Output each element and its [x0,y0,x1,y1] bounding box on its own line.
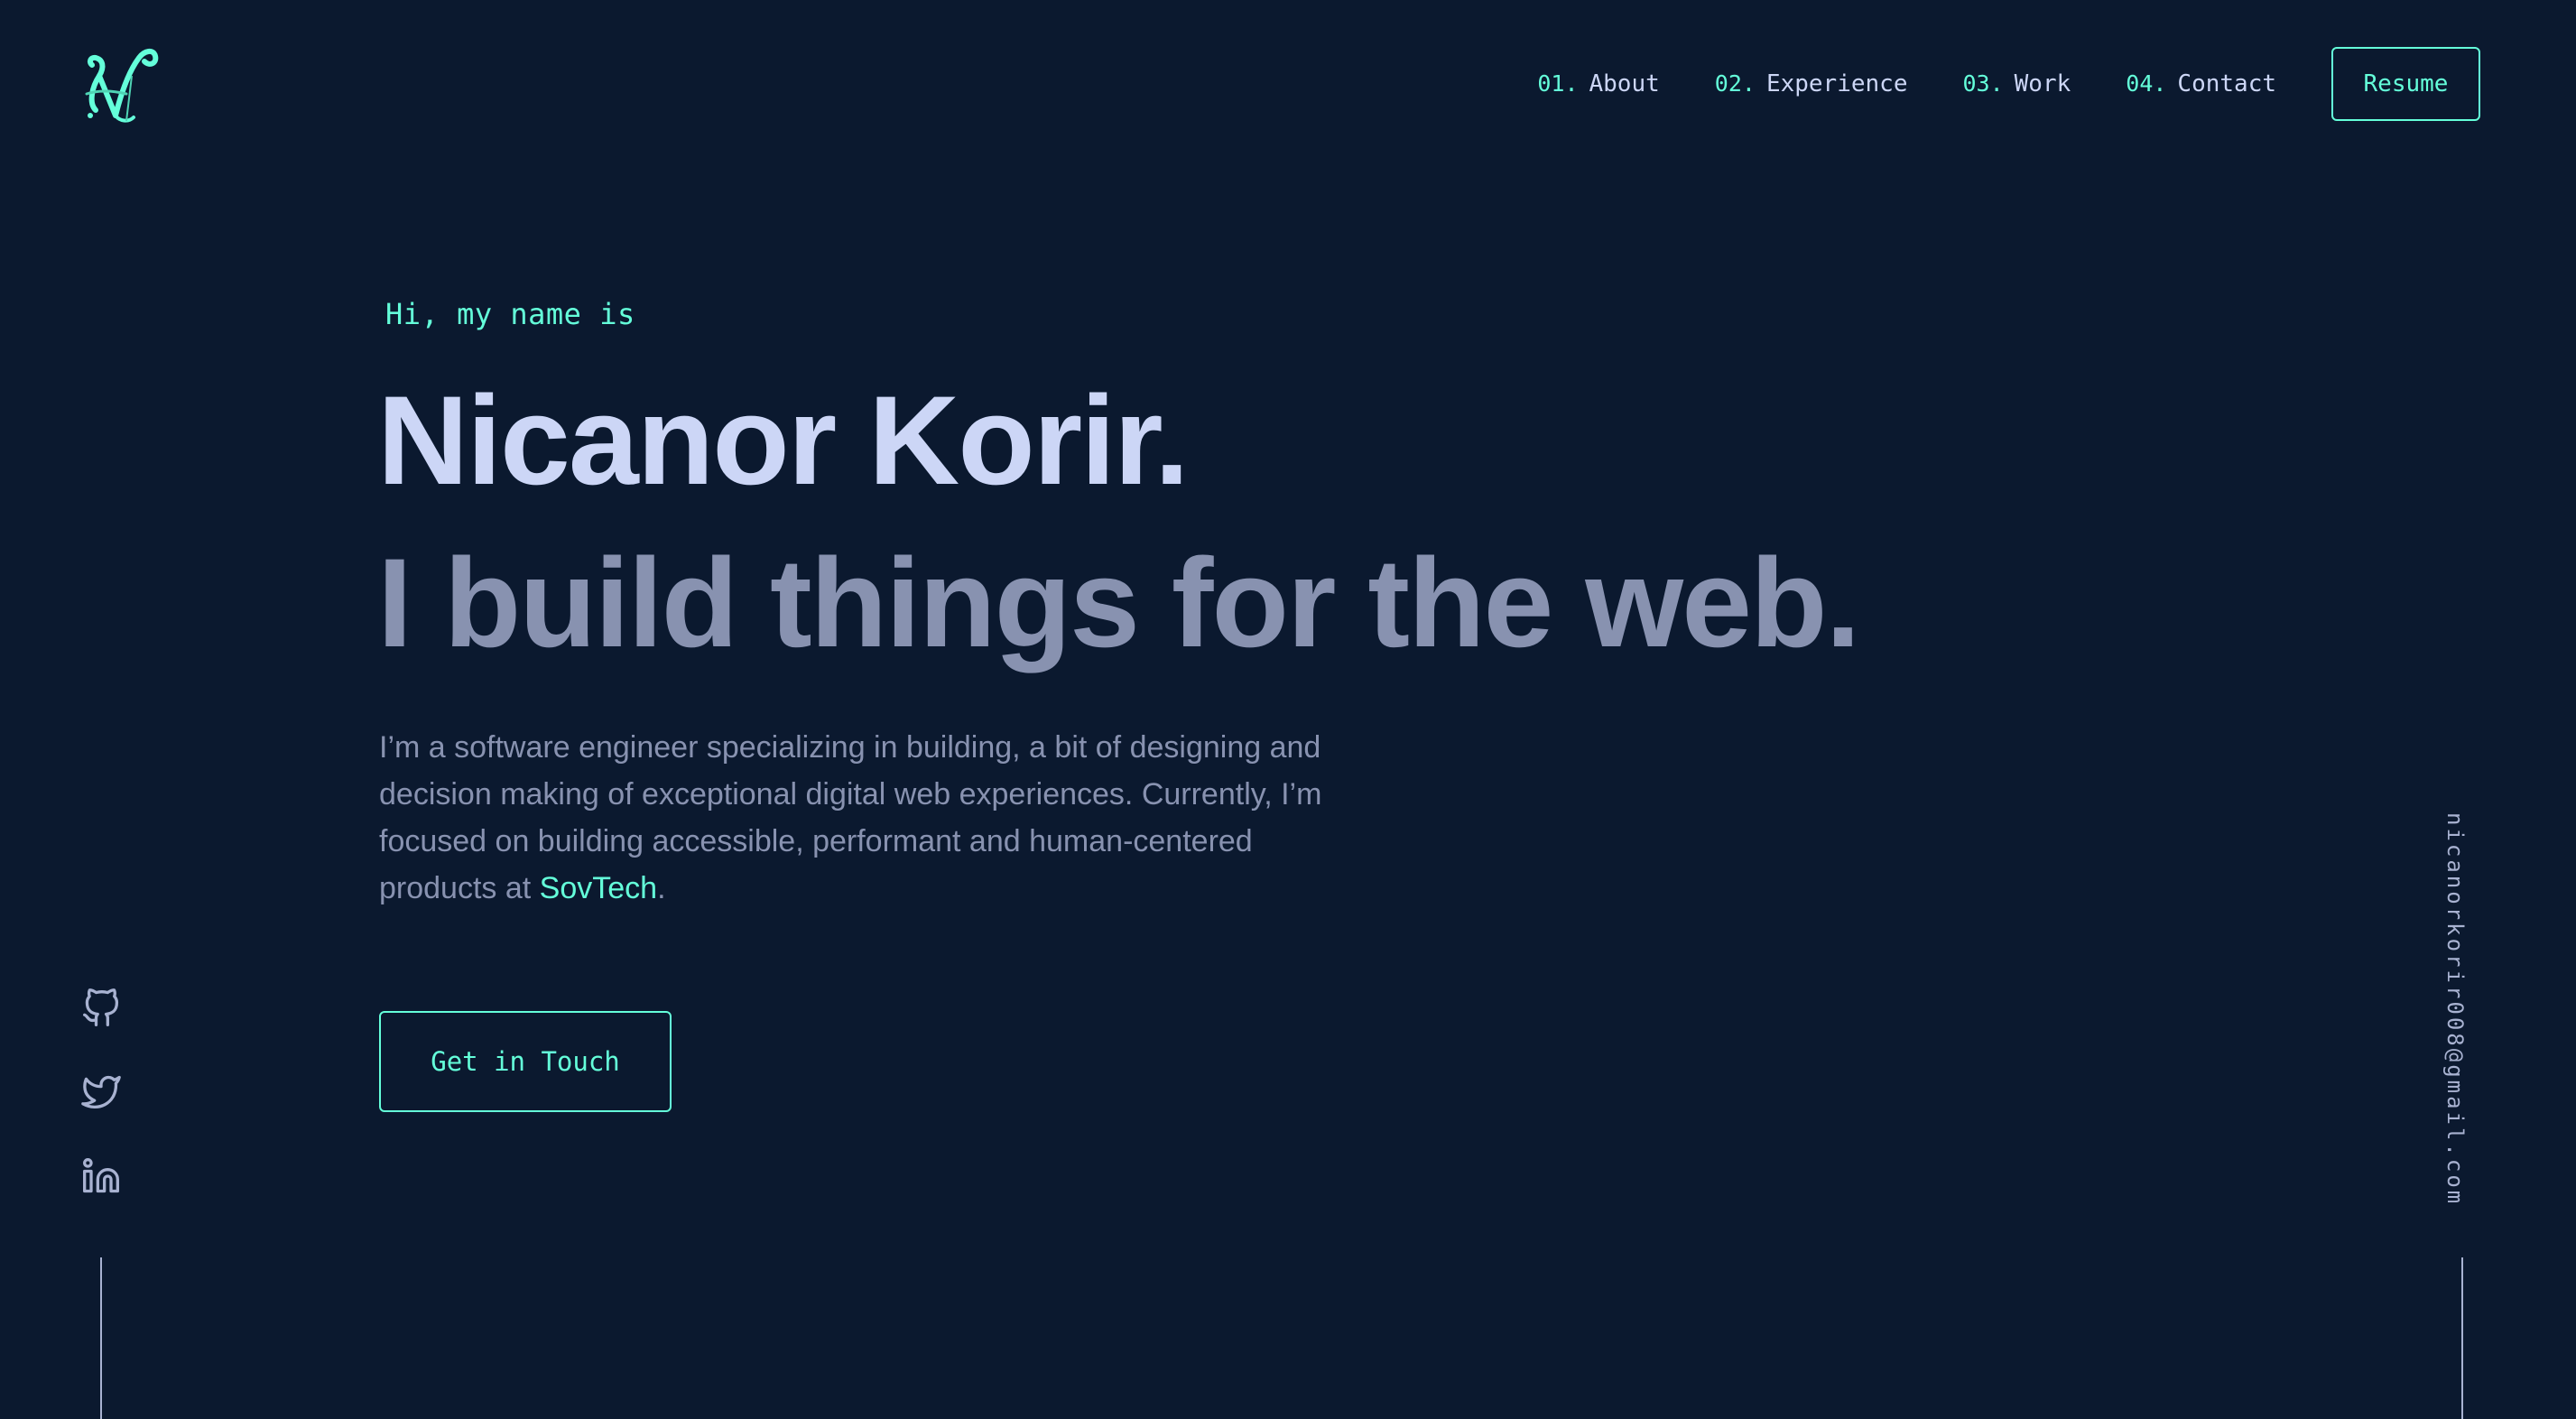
nav-item-experience[interactable]: 02. Experience [1715,70,1908,97]
bio-text: I’m a software engineer specializing in … [379,730,1322,905]
nav-number: 01. [1537,70,1579,97]
email-link[interactable]: nicanorkorir008@gmail.com [2442,812,2468,1206]
nav-label: Experience [1765,70,1908,97]
twitter-icon[interactable] [81,1072,121,1112]
hero-tagline: I build things for the web. [377,532,1860,673]
hero-name: Nicanor Korir. [377,369,1190,511]
logo-monogram-icon [85,49,159,123]
main-nav: 01. About 02. Experience 03. Work 04. Co… [1537,47,2480,121]
nav-label: Contact [2177,70,2276,97]
bio-end: . [657,871,666,905]
nav-label: About [1589,70,1660,97]
hero-bio: I’m a software engineer specializing in … [379,724,1372,912]
nav-item-work[interactable]: 03. Work [1962,70,2071,97]
right-rail-line [2461,1257,2463,1419]
get-in-touch-button[interactable]: Get in Touch [379,1011,672,1112]
left-rail-line [100,1257,102,1419]
github-icon[interactable] [81,988,121,1028]
nav-number: 03. [1962,70,2004,97]
nav-number: 02. [1714,70,1756,97]
nav-number: 04. [2126,70,2167,97]
linkedin-icon[interactable] [81,1156,121,1196]
social-links [81,988,121,1240]
company-link[interactable]: SovTech [540,871,657,905]
resume-button[interactable]: Resume [2331,47,2480,121]
hero-greeting: Hi, my name is [385,297,635,331]
nav-item-contact[interactable]: 04. Contact [2126,70,2276,97]
logo[interactable] [79,40,162,130]
nav-label: Work [2014,70,2071,97]
nav-item-about[interactable]: 01. About [1537,70,1659,97]
